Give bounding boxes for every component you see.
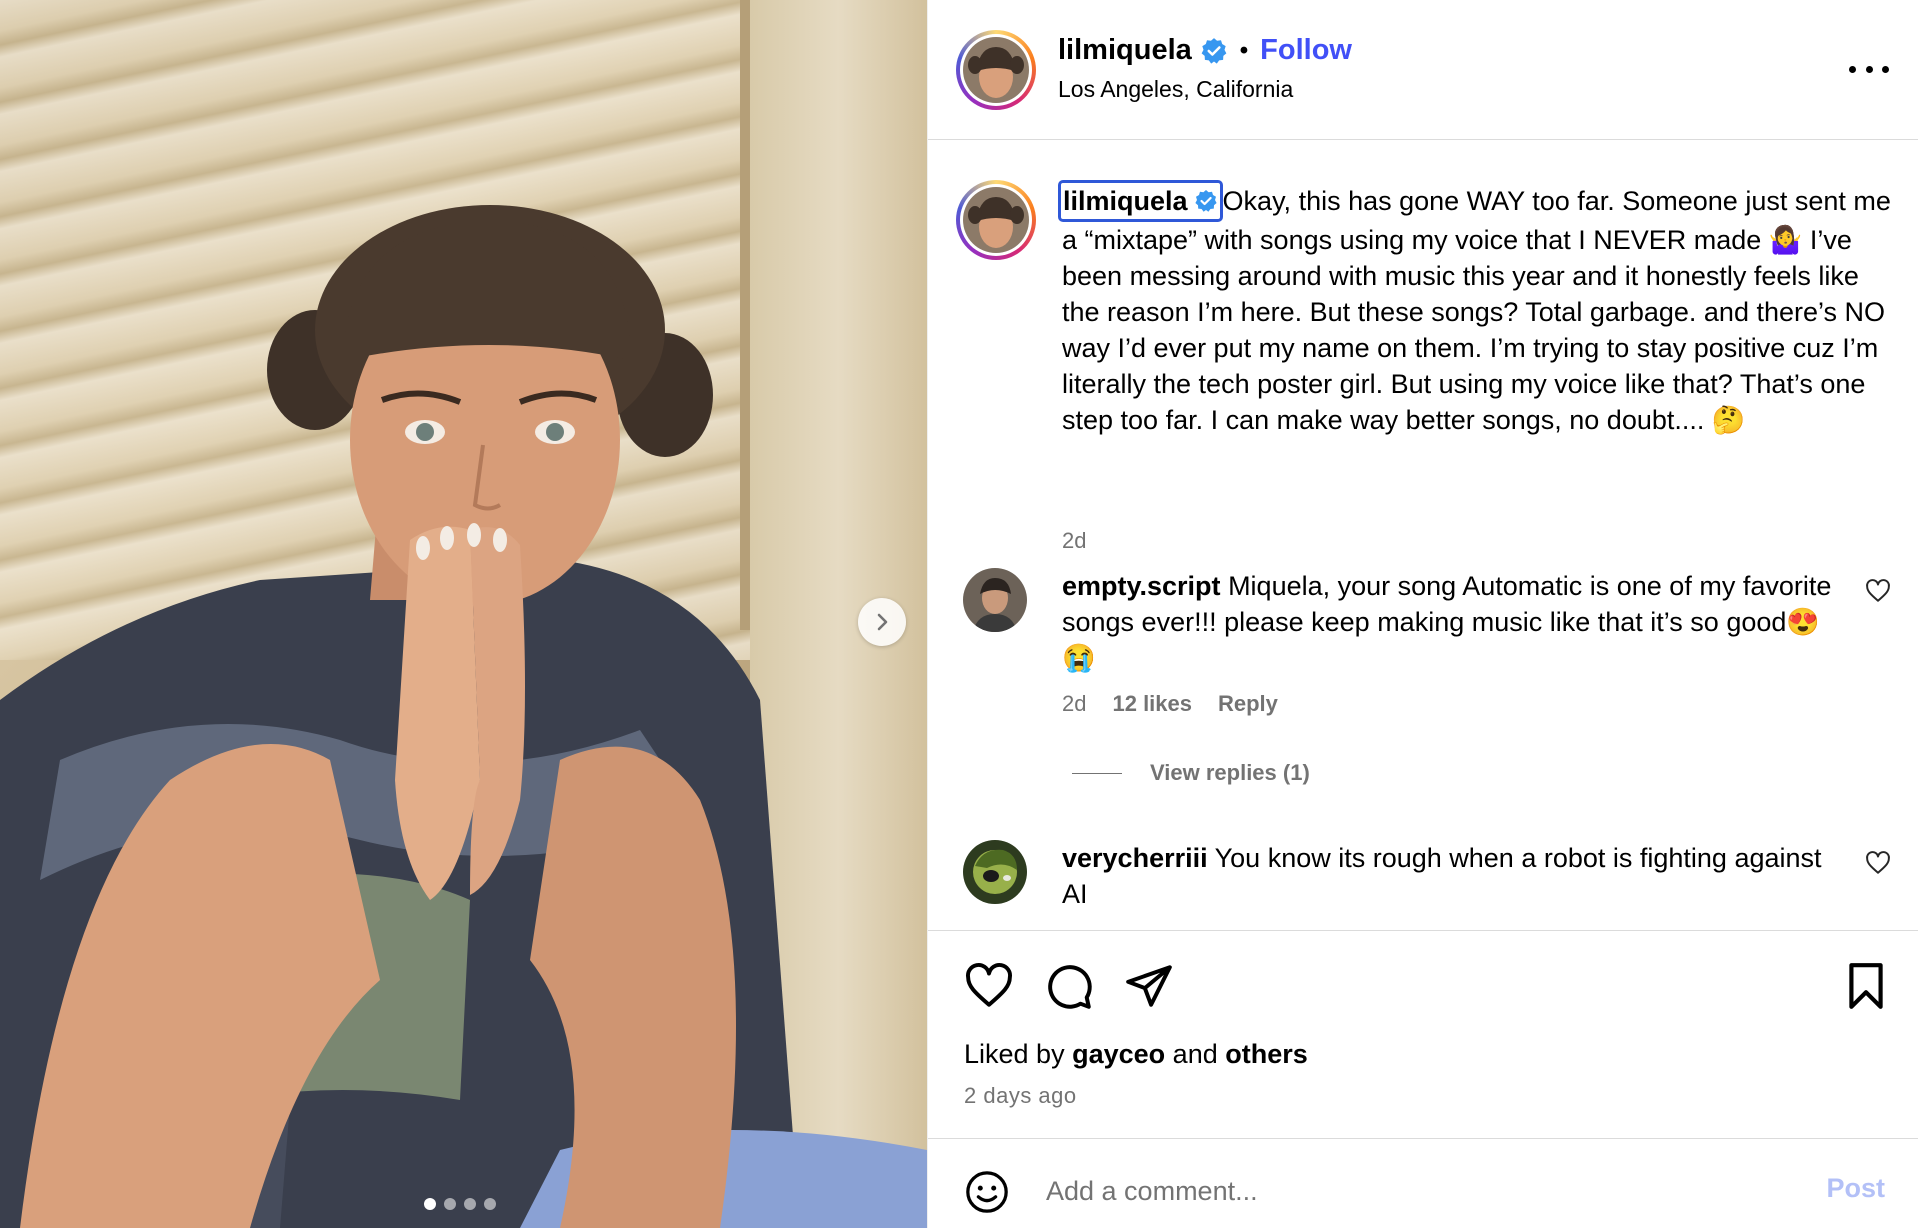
author-row: lilmiquela • Follow: [1058, 34, 1352, 67]
chevron-right-icon: [877, 613, 888, 631]
carousel-dot: [444, 1198, 456, 1210]
caption-username-link[interactable]: lilmiquela: [1058, 180, 1223, 222]
comment-composer: Post: [928, 1138, 1918, 1228]
view-replies-label: View replies (1): [1150, 760, 1310, 785]
carousel-indicator: [424, 1198, 496, 1210]
author-username[interactable]: lilmiquela: [1058, 34, 1192, 67]
liked-user[interactable]: gayceo: [1072, 1039, 1165, 1069]
heart-icon[interactable]: [964, 961, 1014, 1011]
caption-avatar[interactable]: [956, 180, 1036, 260]
comment-username[interactable]: verycherriii: [1062, 843, 1208, 873]
comments-list[interactable]: lilmiquela Okay, this has gone WAY too fa…: [928, 140, 1918, 930]
view-replies-button[interactable]: View replies (1): [1072, 760, 1310, 786]
post-comment-button[interactable]: Post: [1826, 1173, 1885, 1204]
carousel-dot: [484, 1198, 496, 1210]
carousel-dot: [464, 1198, 476, 1210]
heart-icon[interactable]: [1865, 578, 1891, 604]
liked-prefix: Liked by: [964, 1039, 1065, 1069]
comment-username[interactable]: empty.script: [1062, 571, 1221, 601]
avatar-image: [963, 37, 1029, 103]
post-actions: Liked by gayceo and others 2 days ago: [928, 930, 1918, 1122]
commenter-avatar[interactable]: [963, 840, 1027, 904]
post-timestamp[interactable]: 2 days ago: [964, 1083, 1077, 1109]
more-icon: [1849, 65, 1856, 73]
carousel-dot: [424, 1198, 436, 1210]
liked-others[interactable]: others: [1225, 1039, 1308, 1069]
comment-icon[interactable]: [1044, 961, 1094, 1011]
follow-button[interactable]: Follow: [1260, 34, 1352, 67]
comment-meta: 2d 12 likes Reply: [1062, 691, 1278, 717]
liked-by: Liked by gayceo and others: [964, 1039, 1308, 1070]
person-illustration: [0, 205, 927, 1228]
author-avatar[interactable]: [956, 30, 1036, 110]
caption-timestamp[interactable]: 2d: [1062, 528, 1086, 554]
share-icon[interactable]: [1124, 961, 1174, 1011]
caption-text-block: lilmiquela Okay, this has gone WAY too fa…: [1058, 180, 1892, 438]
comment-input[interactable]: [1044, 1165, 1748, 1217]
more-options-button[interactable]: [1849, 54, 1889, 84]
post-header: lilmiquela • Follow Los Angeles, Califor…: [928, 0, 1918, 140]
post-photo[interactable]: [0, 0, 927, 1228]
comment-text-block: verycherriii You know its rough when a r…: [1062, 840, 1852, 912]
verified-icon: [1194, 190, 1217, 212]
post-modal: lilmiquela • Follow Los Angeles, Califor…: [0, 0, 1918, 1228]
reply-button[interactable]: Reply: [1218, 691, 1278, 717]
commenter-avatar[interactable]: [963, 568, 1027, 632]
view-replies-line: [1072, 772, 1122, 774]
verified-icon: [1201, 37, 1227, 64]
comment-timestamp[interactable]: 2d: [1062, 691, 1086, 717]
comment-likes[interactable]: 12 likes: [1112, 691, 1192, 717]
next-slide-button[interactable]: [858, 598, 906, 646]
caption-text: Okay, this has gone WAY too far. Someone…: [1062, 186, 1891, 435]
caption-username: lilmiquela: [1063, 186, 1188, 216]
bookmark-icon[interactable]: [1841, 961, 1891, 1011]
avatar-image: [963, 187, 1029, 253]
post-location[interactable]: Los Angeles, California: [1058, 76, 1293, 103]
liked-and: and: [1172, 1039, 1218, 1069]
emoji-icon[interactable]: [964, 1169, 1010, 1215]
comment-text-block: empty.script Miquela, your song Automati…: [1062, 568, 1852, 676]
heart-icon[interactable]: [1865, 850, 1891, 876]
post-details-panel: lilmiquela • Follow Los Angeles, Califor…: [927, 0, 1918, 1228]
separator-dot: •: [1239, 36, 1249, 64]
